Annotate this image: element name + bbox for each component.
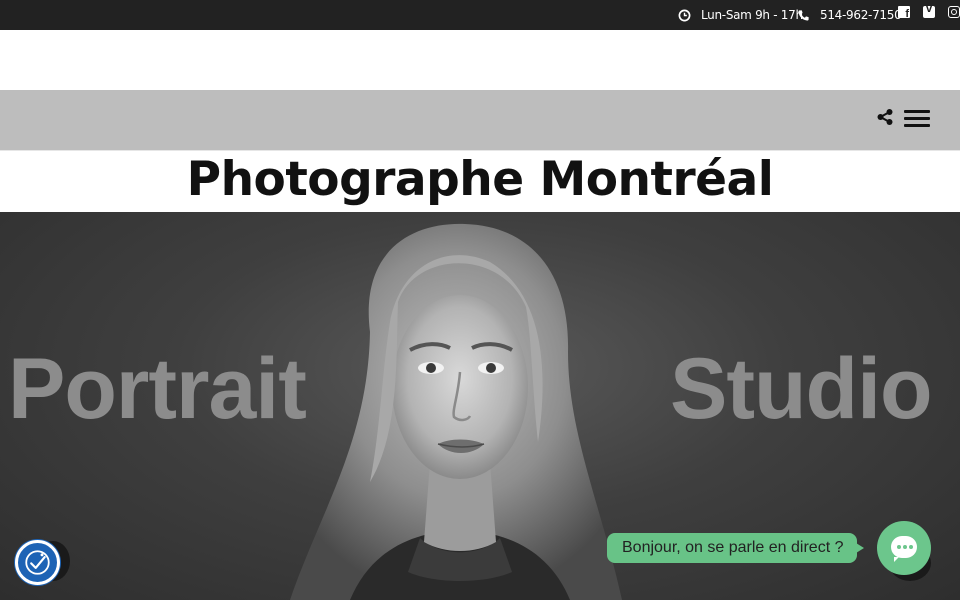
phone-link[interactable]: 514-962-7150	[797, 0, 902, 30]
typing-dots	[897, 545, 913, 549]
menu-line	[904, 117, 930, 120]
clock-icon	[678, 9, 691, 21]
hero-word-studio: Studio	[670, 341, 932, 437]
facebook-icon[interactable]	[898, 6, 910, 20]
menu-line	[904, 124, 930, 127]
phone-number: 514-962-7150	[820, 8, 902, 22]
logo-area	[0, 30, 960, 90]
menu-line	[904, 110, 930, 113]
hero-word-portrait: Portrait	[8, 341, 307, 437]
phone-icon	[798, 9, 809, 21]
accessibility-icon	[25, 550, 50, 575]
hamburger-menu-icon[interactable]	[904, 110, 930, 128]
business-hours: Lun-Sam 9h - 17h	[678, 0, 803, 30]
hours-text: Lun-Sam 9h - 17h	[701, 8, 803, 22]
page-title: Photographe Montréal	[186, 152, 774, 207]
navigation-bar	[0, 90, 960, 150]
chat-button[interactable]	[877, 521, 931, 575]
top-info-bar: Lun-Sam 9h - 17h 514-962-7150	[0, 0, 960, 30]
share-icon[interactable]	[876, 108, 894, 126]
chat-prompt-bubble[interactable]: Bonjour, on se parle en direct ?	[607, 533, 865, 563]
vimeo-icon[interactable]	[923, 3, 935, 18]
instagram-icon[interactable]	[948, 6, 960, 18]
accessibility-button[interactable]	[15, 540, 60, 585]
